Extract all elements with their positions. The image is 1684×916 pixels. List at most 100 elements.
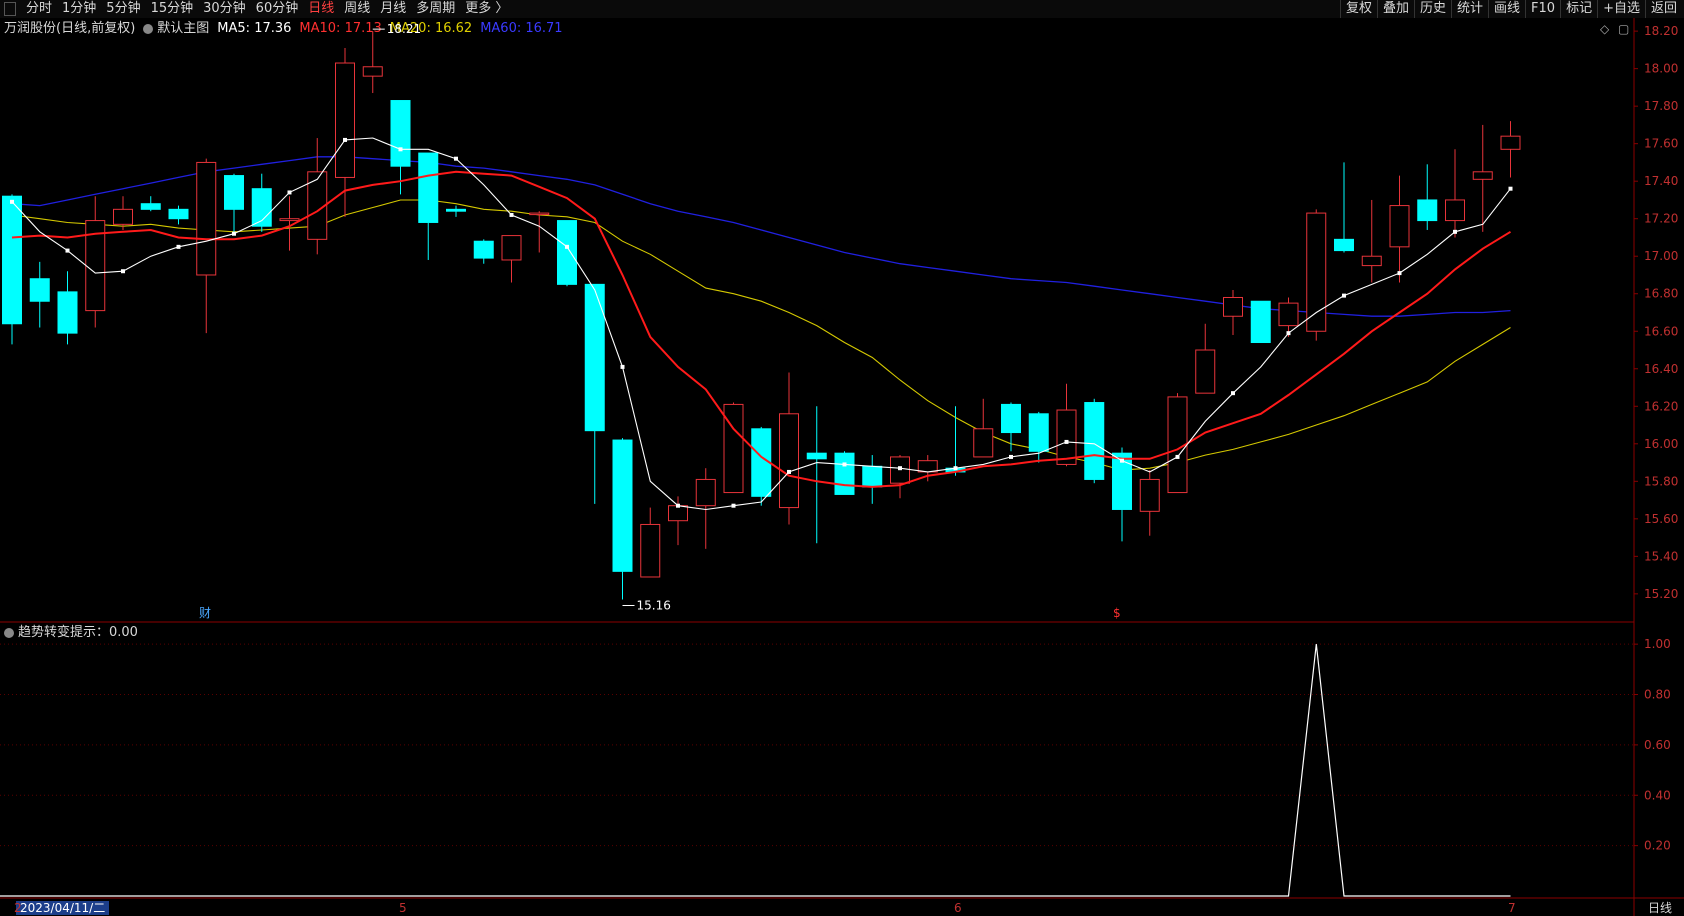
candle-body: [1250, 300, 1271, 344]
y-tick-label: 16.20: [1644, 399, 1678, 413]
sub-y-tick-label: 0.20: [1644, 839, 1671, 853]
candle-body: [113, 208, 133, 225]
x-tick-3: 6: [954, 901, 962, 915]
candle-body: [390, 100, 411, 167]
candle-body: [473, 240, 494, 259]
ma5-dot: [1397, 271, 1402, 276]
low-label: 15.16: [637, 598, 671, 612]
candle-body: [779, 413, 799, 509]
y-tick-label: 17.80: [1644, 99, 1678, 113]
ma5-dot: [176, 244, 181, 249]
view-mode-label[interactable]: 日线: [1648, 901, 1672, 915]
ma5-dot: [65, 248, 70, 253]
y-tick-label: 15.20: [1644, 587, 1678, 601]
sub-y-tick-label: 0.40: [1644, 788, 1671, 802]
candle-body: [1084, 402, 1105, 480]
ma5-dot: [1064, 439, 1069, 444]
y-tick-label: 18.00: [1644, 62, 1678, 76]
y-tick-label: 18.20: [1644, 24, 1678, 38]
candle-body: [1334, 238, 1354, 252]
candle-body: [529, 212, 550, 216]
y-tick-label: 16.40: [1644, 362, 1678, 376]
candle-body: [57, 291, 78, 334]
candle-body: [1500, 135, 1521, 150]
candle-body: [917, 460, 938, 473]
y-tick-label: 17.60: [1644, 137, 1678, 151]
ma5-dot: [842, 462, 847, 467]
ma5-dot: [10, 199, 14, 204]
x-tick-1: 2: [14, 901, 22, 915]
ma5-dot: [343, 137, 347, 142]
candle-body: [1195, 349, 1216, 394]
ma5-dot: [121, 269, 125, 274]
finance-marker: 财: [199, 606, 211, 620]
y-tick-label: 17.00: [1644, 249, 1678, 263]
ma5-dot: [287, 190, 292, 195]
signal-marker: $: [1113, 606, 1121, 620]
candle-body: [862, 465, 883, 488]
candle-body: [29, 278, 50, 302]
y-tick-label: 16.00: [1644, 437, 1678, 451]
ma5-dot: [565, 244, 569, 249]
ma5-dot: [1508, 186, 1513, 191]
sub-y-tick-label: 0.60: [1644, 738, 1671, 752]
candle-body: [501, 235, 522, 261]
ma5-dot: [1286, 331, 1291, 336]
trend-signal-line: [0, 644, 1511, 897]
ma5-dot: [787, 469, 791, 474]
ma5-dot: [1342, 293, 1346, 298]
ma5-dot: [509, 212, 514, 217]
candle-body: [224, 175, 244, 210]
y-tick-label: 17.20: [1644, 212, 1678, 226]
ma5-dot: [1175, 454, 1180, 459]
candle-body: [557, 220, 577, 285]
candle-body: [612, 439, 633, 572]
ma5-dot: [731, 503, 736, 508]
candle-body: [446, 208, 466, 212]
ma5-dot: [1009, 454, 1013, 459]
candle-body: [973, 428, 994, 458]
crosshair-date-label: 2023/04/11/二: [16, 901, 110, 915]
ma5-dot: [953, 466, 958, 471]
ma5-dot: [398, 147, 403, 152]
y-tick-label: 15.60: [1644, 512, 1678, 526]
x-tick-2: 5: [399, 901, 407, 915]
candle-body: [1389, 205, 1410, 248]
ma5-dot: [1231, 391, 1235, 396]
candle-body: [418, 152, 439, 223]
candle-body: [1361, 255, 1382, 267]
y-tick-label: 16.80: [1644, 287, 1678, 301]
candle-body: [1306, 212, 1327, 332]
candle-body: [695, 478, 716, 507]
candle-body: [335, 62, 355, 178]
candle-body: [1278, 302, 1299, 327]
candle-body: [279, 218, 300, 222]
y-tick-label: 16.60: [1644, 324, 1678, 338]
ma5-dot: [620, 364, 625, 369]
candle-body: [834, 452, 855, 495]
candle-body: [362, 66, 383, 77]
ma5-dot: [454, 156, 458, 161]
ma5-dot: [1453, 229, 1457, 234]
candle-body: [1028, 413, 1049, 452]
sub-y-tick-label: 0.80: [1644, 688, 1671, 702]
candle-body: [1001, 403, 1021, 434]
candle-body: [2, 195, 22, 325]
candle-body: [140, 203, 161, 210]
x-tick-4: 7: [1508, 901, 1516, 915]
ma5-dot: [898, 466, 902, 471]
candle-body: [168, 208, 189, 220]
candle-body: [1417, 199, 1438, 222]
y-tick-label: 15.40: [1644, 549, 1678, 563]
candle-body: [1139, 478, 1160, 512]
candle-body: [668, 505, 688, 522]
candle-body: [1445, 199, 1465, 222]
candle-body: [584, 283, 605, 432]
candle-body: [640, 523, 661, 578]
candle-body: [1472, 171, 1493, 180]
ma5-dot: [232, 231, 236, 236]
ma5-dot: [1120, 458, 1124, 463]
y-tick-label: 17.40: [1644, 174, 1678, 188]
kline-chart[interactable]: 15.20 15.40 15.60 15.80 16.00 16.20 16.40 16.60…: [0, 0, 1684, 916]
high-label: 18.21: [387, 22, 421, 36]
